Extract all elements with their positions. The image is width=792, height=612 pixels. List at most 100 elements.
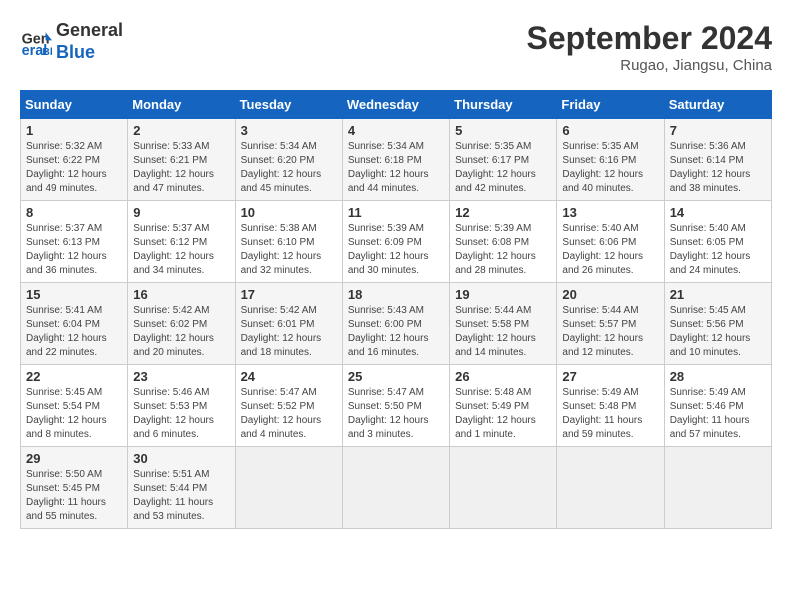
- day-info: Sunrise: 5:35 AMSunset: 6:17 PMDaylight:…: [455, 140, 551, 196]
- day-info: Sunrise: 5:37 AMSunset: 6:13 PMDaylight:…: [26, 222, 122, 278]
- day-info: Sunrise: 5:44 AMSunset: 5:57 PMDaylight:…: [562, 304, 658, 360]
- logo-text: General Blue: [56, 20, 123, 63]
- table-row: 7 Sunrise: 5:36 AMSunset: 6:14 PMDaylight…: [664, 119, 771, 201]
- logo: Gen eral Blue General Blue: [20, 20, 123, 63]
- day-number: 4: [348, 123, 444, 138]
- day-info: Sunrise: 5:38 AMSunset: 6:10 PMDaylight:…: [241, 222, 337, 278]
- table-row: 8 Sunrise: 5:37 AMSunset: 6:13 PMDaylight…: [21, 201, 128, 283]
- day-number: 13: [562, 205, 658, 220]
- table-row: 20Sunrise: 5:44 AMSunset: 5:57 PMDayligh…: [557, 283, 664, 365]
- table-row: 19 Sunrise: 5:44 AMSunset: 5:58 PMDayligh…: [450, 283, 557, 365]
- day-info: Sunrise: 5:41 AMSunset: 6:04 PMDaylight:…: [26, 304, 122, 360]
- day-info: Sunrise: 5:42 AMSunset: 6:02 PMDaylight:…: [133, 304, 229, 360]
- header: Gen eral Blue General Blue September 202…: [20, 20, 772, 74]
- day-info: Sunrise: 5:46 AMSunset: 5:53 PMDaylight:…: [133, 386, 229, 442]
- day-info: Sunrise: 5:34 AMSunset: 6:18 PMDaylight:…: [348, 140, 444, 196]
- table-row: 3 Sunrise: 5:34 AMSunset: 6:20 PMDaylight…: [235, 119, 342, 201]
- day-number: 5: [455, 123, 551, 138]
- month-title: September 2024: [527, 20, 772, 57]
- table-row: 30 Sunrise: 5:51 AMSunset: 5:44 PMDayligh…: [128, 447, 235, 529]
- table-row: 29 Sunrise: 5:50 AMSunset: 5:45 PMDayligh…: [21, 447, 128, 529]
- table-row: 27 Sunrise: 5:49 AMSunset: 5:48 PMDayligh…: [557, 365, 664, 447]
- svg-text:Blue: Blue: [42, 46, 52, 57]
- title-area: September 2024 Rugao, Jiangsu, China: [527, 20, 772, 74]
- weekday-header: Monday: [128, 91, 235, 119]
- table-row: 15 Sunrise: 5:41 AMSunset: 6:04 PMDayligh…: [21, 283, 128, 365]
- day-info: Sunrise: 5:37 AMSunset: 6:12 PMDaylight:…: [133, 222, 229, 278]
- table-row: 5 Sunrise: 5:35 AMSunset: 6:17 PMDaylight…: [450, 119, 557, 201]
- table-row: [342, 447, 449, 529]
- table-row: 2 Sunrise: 5:33 AMSunset: 6:21 PMDaylight…: [128, 119, 235, 201]
- weekday-header: Thursday: [450, 91, 557, 119]
- day-number: 22: [26, 369, 122, 384]
- day-number: 28: [670, 369, 766, 384]
- table-row: 11 Sunrise: 5:39 AMSunset: 6:09 PMDayligh…: [342, 201, 449, 283]
- day-number: 29: [26, 451, 122, 466]
- day-info: Sunrise: 5:45 AMSunset: 5:56 PMDaylight:…: [670, 304, 766, 360]
- table-row: 17 Sunrise: 5:42 AMSunset: 6:01 PMDayligh…: [235, 283, 342, 365]
- table-row: 21 Sunrise: 5:45 AMSunset: 5:56 PMDayligh…: [664, 283, 771, 365]
- table-row: 12Sunrise: 5:39 AMSunset: 6:08 PMDayligh…: [450, 201, 557, 283]
- table-row: 4 Sunrise: 5:34 AMSunset: 6:18 PMDaylight…: [342, 119, 449, 201]
- calendar-table: SundayMondayTuesdayWednesdayThursdayFrid…: [20, 90, 772, 529]
- day-number: 21: [670, 287, 766, 302]
- weekday-header: Tuesday: [235, 91, 342, 119]
- table-row: [235, 447, 342, 529]
- day-number: 18: [348, 287, 444, 302]
- table-row: [450, 447, 557, 529]
- table-row: 16 Sunrise: 5:42 AMSunset: 6:02 PMDayligh…: [128, 283, 235, 365]
- day-number: 25: [348, 369, 444, 384]
- day-info: Sunrise: 5:39 AMSunset: 6:09 PMDaylight:…: [348, 222, 444, 278]
- day-info: Sunrise: 5:39 AMSunset: 6:08 PMDaylight:…: [455, 222, 551, 278]
- day-number: 16: [133, 287, 229, 302]
- day-info: Sunrise: 5:32 AMSunset: 6:22 PMDaylight:…: [26, 140, 122, 196]
- weekday-header: Sunday: [21, 91, 128, 119]
- table-row: 22 Sunrise: 5:45 AMSunset: 5:54 PMDayligh…: [21, 365, 128, 447]
- table-row: 14 Sunrise: 5:40 AMSunset: 6:05 PMDayligh…: [664, 201, 771, 283]
- day-info: Sunrise: 5:40 AMSunset: 6:05 PMDaylight:…: [670, 222, 766, 278]
- day-info: Sunrise: 5:50 AMSunset: 5:45 PMDaylight:…: [26, 468, 122, 524]
- day-number: 26: [455, 369, 551, 384]
- day-info: Sunrise: 5:43 AMSunset: 6:00 PMDaylight:…: [348, 304, 444, 360]
- day-info: Sunrise: 5:40 AMSunset: 6:06 PMDaylight:…: [562, 222, 658, 278]
- table-row: [557, 447, 664, 529]
- day-number: 14: [670, 205, 766, 220]
- day-info: Sunrise: 5:34 AMSunset: 6:20 PMDaylight:…: [241, 140, 337, 196]
- day-number: 30: [133, 451, 229, 466]
- weekday-header: Wednesday: [342, 91, 449, 119]
- day-number: 15: [26, 287, 122, 302]
- day-number: 6: [562, 123, 658, 138]
- table-row: 25 Sunrise: 5:47 AMSunset: 5:50 PMDayligh…: [342, 365, 449, 447]
- day-info: Sunrise: 5:49 AMSunset: 5:48 PMDaylight:…: [562, 386, 658, 442]
- day-number: 27: [562, 369, 658, 384]
- day-number: 10: [241, 205, 337, 220]
- table-row: 28Sunrise: 5:49 AMSunset: 5:46 PMDayligh…: [664, 365, 771, 447]
- logo-icon: Gen eral Blue: [20, 26, 52, 58]
- day-info: Sunrise: 5:47 AMSunset: 5:52 PMDaylight:…: [241, 386, 337, 442]
- day-number: 19: [455, 287, 551, 302]
- day-number: 17: [241, 287, 337, 302]
- table-row: 18 Sunrise: 5:43 AMSunset: 6:00 PMDayligh…: [342, 283, 449, 365]
- day-number: 2: [133, 123, 229, 138]
- day-number: 9: [133, 205, 229, 220]
- weekday-header: Saturday: [664, 91, 771, 119]
- day-number: 3: [241, 123, 337, 138]
- day-number: 23: [133, 369, 229, 384]
- table-row: 23 Sunrise: 5:46 AMSunset: 5:53 PMDayligh…: [128, 365, 235, 447]
- day-info: Sunrise: 5:44 AMSunset: 5:58 PMDaylight:…: [455, 304, 551, 360]
- location: Rugao, Jiangsu, China: [527, 57, 772, 74]
- day-info: Sunrise: 5:51 AMSunset: 5:44 PMDaylight:…: [133, 468, 229, 524]
- day-number: 11: [348, 205, 444, 220]
- day-number: 24: [241, 369, 337, 384]
- table-row: 26Sunrise: 5:48 AMSunset: 5:49 PMDayligh…: [450, 365, 557, 447]
- day-number: 7: [670, 123, 766, 138]
- day-info: Sunrise: 5:36 AMSunset: 6:14 PMDaylight:…: [670, 140, 766, 196]
- day-info: Sunrise: 5:35 AMSunset: 6:16 PMDaylight:…: [562, 140, 658, 196]
- day-info: Sunrise: 5:42 AMSunset: 6:01 PMDaylight:…: [241, 304, 337, 360]
- day-info: Sunrise: 5:47 AMSunset: 5:50 PMDaylight:…: [348, 386, 444, 442]
- table-row: 24 Sunrise: 5:47 AMSunset: 5:52 PMDayligh…: [235, 365, 342, 447]
- day-info: Sunrise: 5:45 AMSunset: 5:54 PMDaylight:…: [26, 386, 122, 442]
- table-row: 13 Sunrise: 5:40 AMSunset: 6:06 PMDayligh…: [557, 201, 664, 283]
- day-info: Sunrise: 5:33 AMSunset: 6:21 PMDaylight:…: [133, 140, 229, 196]
- day-number: 8: [26, 205, 122, 220]
